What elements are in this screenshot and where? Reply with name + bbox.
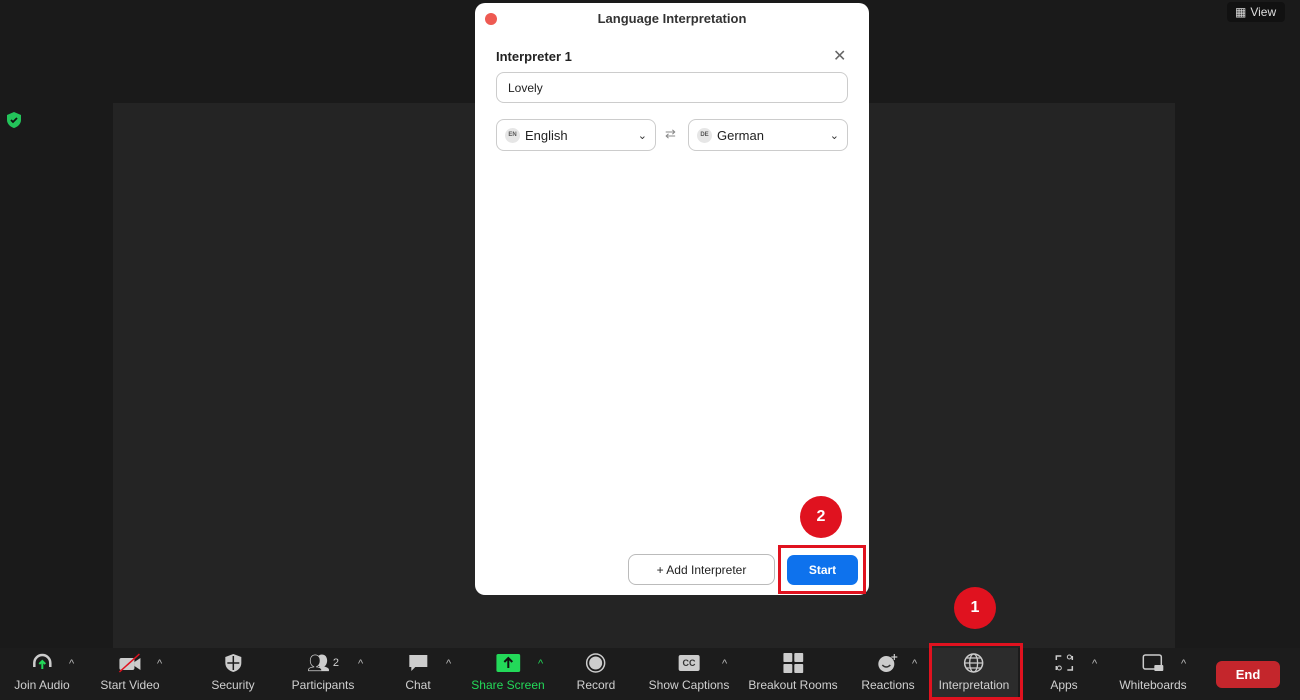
target-language-select[interactable]: DE German ⌄ bbox=[688, 119, 848, 151]
smiley-plus-icon bbox=[877, 648, 899, 678]
record-icon bbox=[586, 648, 606, 678]
video-options-caret[interactable]: ^ bbox=[157, 658, 162, 670]
dialog-title: Language Interpretation bbox=[597, 11, 747, 26]
headphones-icon bbox=[31, 648, 53, 678]
video-off-icon bbox=[117, 648, 143, 678]
language-code-badge: DE bbox=[697, 127, 712, 143]
share-options-caret[interactable]: ^ bbox=[538, 658, 543, 670]
record-button[interactable]: Record bbox=[577, 648, 615, 700]
swap-icon[interactable]: ⇄ bbox=[665, 126, 676, 142]
whiteboards-options-caret[interactable]: ^ bbox=[1181, 658, 1186, 670]
add-interpreter-button[interactable]: + Add Interpreter bbox=[628, 554, 775, 585]
security-shield-icon bbox=[7, 112, 21, 128]
participants-icon: 👥︎ bbox=[307, 652, 330, 673]
share-screen-button[interactable]: Share Screen bbox=[471, 648, 545, 700]
chevron-down-icon: ⌄ bbox=[829, 129, 839, 142]
step-badge-1: 1 bbox=[954, 587, 996, 629]
reactions-button[interactable]: Reactions bbox=[861, 648, 915, 700]
highlight-interpretation bbox=[929, 643, 1023, 700]
chat-options-caret[interactable]: ^ bbox=[446, 658, 451, 670]
view-button[interactable]: ▦ View bbox=[1227, 2, 1285, 22]
apps-button[interactable]: Apps bbox=[1050, 648, 1078, 700]
interpreter-name-input[interactable] bbox=[496, 72, 848, 103]
breakout-rooms-button[interactable]: Breakout Rooms bbox=[748, 648, 838, 700]
chat-button[interactable]: Chat bbox=[405, 648, 431, 700]
audio-options-caret[interactable]: ^ bbox=[69, 658, 74, 670]
whiteboards-button[interactable]: Whiteboards bbox=[1119, 648, 1187, 700]
shield-icon bbox=[224, 648, 242, 678]
grid-icon: ▦ bbox=[1235, 5, 1247, 19]
apps-icon bbox=[1054, 648, 1074, 678]
step-badge-2: 2 bbox=[800, 496, 842, 538]
apps-options-caret[interactable]: ^ bbox=[1092, 658, 1097, 670]
show-captions-button[interactable]: CC Show Captions bbox=[649, 648, 729, 700]
participants-count: 2 bbox=[332, 657, 339, 669]
source-language-select[interactable]: EN English ⌄ bbox=[496, 119, 656, 151]
whiteboard-icon bbox=[1142, 648, 1164, 678]
cc-icon: CC bbox=[678, 648, 700, 678]
share-screen-icon bbox=[495, 648, 520, 678]
participants-button[interactable]: 👥︎ 2 Participants bbox=[292, 648, 355, 700]
reactions-options-caret[interactable]: ^ bbox=[912, 658, 917, 670]
remove-interpreter-icon[interactable]: ✕ bbox=[833, 46, 846, 66]
start-video-button[interactable]: Start Video bbox=[100, 648, 160, 700]
chat-icon bbox=[407, 648, 429, 678]
language-code-badge: EN bbox=[505, 127, 520, 143]
security-button[interactable]: Security bbox=[211, 648, 255, 700]
meeting-toolbar: Join Audio ^ Start Video ^ Security 👥︎ 2 P… bbox=[0, 648, 1300, 700]
highlight-start bbox=[778, 545, 866, 594]
breakout-rooms-icon bbox=[783, 648, 803, 678]
join-audio-button[interactable]: Join Audio bbox=[14, 648, 70, 700]
captions-options-caret[interactable]: ^ bbox=[722, 658, 727, 670]
interpreter-label: Interpreter 1 bbox=[496, 49, 572, 64]
end-meeting-button[interactable]: End bbox=[1216, 661, 1280, 688]
participants-options-caret[interactable]: ^ bbox=[358, 658, 363, 670]
chevron-down-icon: ⌄ bbox=[637, 129, 647, 142]
